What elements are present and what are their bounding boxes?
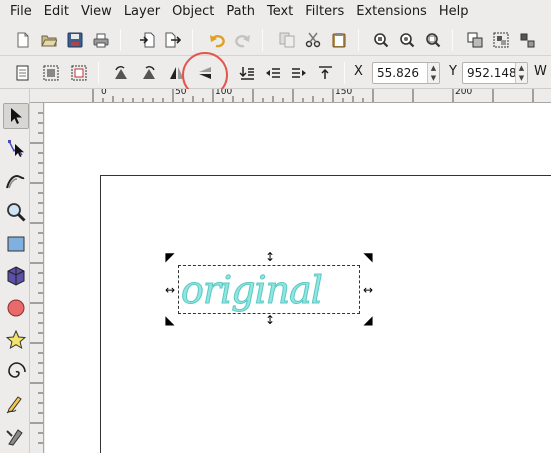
selection-bounding-box[interactable]: original [178,265,360,314]
x-coordinate-value: 55.826 [377,66,419,80]
drawing-canvas[interactable]: original ◤ ↕ ◥ ↔ ↔ ◣ ↕ ◢ [45,103,551,453]
new-document-icon[interactable] [12,29,34,51]
save-icon[interactable] [64,29,86,51]
scale-handle-top-right[interactable]: ◥ [361,250,375,264]
toolbar-separator [452,29,453,51]
pencil-tool-icon[interactable] [3,391,29,417]
toolbox [0,89,30,453]
zoom-tool-icon[interactable] [3,199,29,225]
zoom-page-icon[interactable] [422,29,444,51]
text-object[interactable]: original [181,268,324,313]
menu-path[interactable]: Path [220,1,261,23]
3d-box-tool-icon[interactable] [3,263,29,289]
menu-layer[interactable]: Layer [118,1,166,23]
zoom-selection-icon[interactable] [370,29,392,51]
menu-bar: File Edit View Layer Object Path Text Fi… [0,0,551,24]
export-icon[interactable] [162,29,184,51]
x-coordinate-field[interactable]: 55.826 ▲ ▼ [372,62,440,84]
invert-selection-icon[interactable] [68,62,90,84]
toolbar-separator [120,29,121,51]
copy-icon[interactable] [276,29,298,51]
raise-to-top-icon[interactable] [314,62,336,84]
raise-icon[interactable] [288,62,310,84]
calligraphy-tool-icon[interactable] [3,423,29,449]
tweak-tool-icon[interactable] [3,167,29,193]
duplicate-icon[interactable] [464,29,486,51]
menu-file[interactable]: File [4,1,38,23]
y-label: Y [449,64,457,79]
open-icon[interactable] [38,29,60,51]
horizontal-ruler: 0 50 100 150 200 [30,89,551,103]
zoom-drawing-icon[interactable] [396,29,418,51]
ruler-label-100: 100 [215,89,233,97]
y-spin-buttons[interactable]: ▲ ▼ [515,63,527,83]
scale-handle-left[interactable]: ↔ [163,283,177,297]
select-all-icon[interactable] [12,62,34,84]
scale-handle-bottom[interactable]: ↕ [263,313,277,327]
toolbar-separator [344,62,345,84]
ruler-label-50: 50 [175,89,187,97]
undo-icon[interactable] [206,29,228,51]
menu-extensions[interactable]: Extensions [350,1,433,23]
lower-to-bottom-icon[interactable] [236,62,258,84]
node-tool-icon[interactable] [3,135,29,161]
cut-icon[interactable] [302,29,324,51]
ruler-label-0: 0 [101,89,107,97]
rotate-ccw-icon[interactable] [110,62,132,84]
group-icon[interactable] [490,29,512,51]
scale-handle-bottom-right[interactable]: ◢ [361,313,375,327]
y-coordinate-value: 952.148 [467,66,517,80]
ruler-ticks [30,112,43,444]
y-coordinate-field[interactable]: 952.148 ▲ ▼ [462,62,528,84]
toolbar-separator [358,29,359,51]
menu-view[interactable]: View [75,1,118,23]
menu-edit[interactable]: Edit [38,1,75,23]
x-label: X [354,64,363,79]
scale-handle-top[interactable]: ↕ [263,250,277,264]
toolbar-separator [262,29,263,51]
menu-filters[interactable]: Filters [299,1,350,23]
redo-icon[interactable] [232,29,254,51]
menu-help[interactable]: Help [433,1,475,23]
toolbar-separator [192,29,193,51]
scale-handle-top-left[interactable]: ◤ [163,250,177,264]
commands-toolbar [0,24,551,56]
import-icon[interactable] [136,29,158,51]
ungroup-icon[interactable] [516,29,538,51]
ruler-label-200: 200 [455,89,473,97]
lower-icon[interactable] [262,62,284,84]
star-tool-icon[interactable] [3,327,29,353]
menu-text[interactable]: Text [261,1,299,23]
scale-handle-right[interactable]: ↔ [361,283,375,297]
menu-object[interactable]: Object [166,1,220,23]
tool-controls-bar: X 55.826 ▲ ▼ Y 952.148 ▲ ▼ W [0,57,551,89]
rectangle-tool-icon[interactable] [3,231,29,257]
paste-icon[interactable] [328,29,350,51]
spiral-tool-icon[interactable] [3,359,29,385]
ruler-ticks [92,89,534,102]
vertical-ruler [30,103,44,453]
select-all-layers-icon[interactable] [40,62,62,84]
x-spin-buttons[interactable]: ▲ ▼ [427,63,439,83]
scale-handle-bottom-left[interactable]: ◣ [163,313,177,327]
text-object-graphic[interactable]: original [179,266,359,313]
ruler-label-150: 150 [335,89,353,97]
selector-tool-icon[interactable] [3,103,29,129]
print-icon[interactable] [90,29,112,51]
w-label: W [534,64,547,79]
toolbar-separator [98,62,99,84]
rotate-cw-icon[interactable] [138,62,160,84]
ellipse-tool-icon[interactable] [3,295,29,321]
